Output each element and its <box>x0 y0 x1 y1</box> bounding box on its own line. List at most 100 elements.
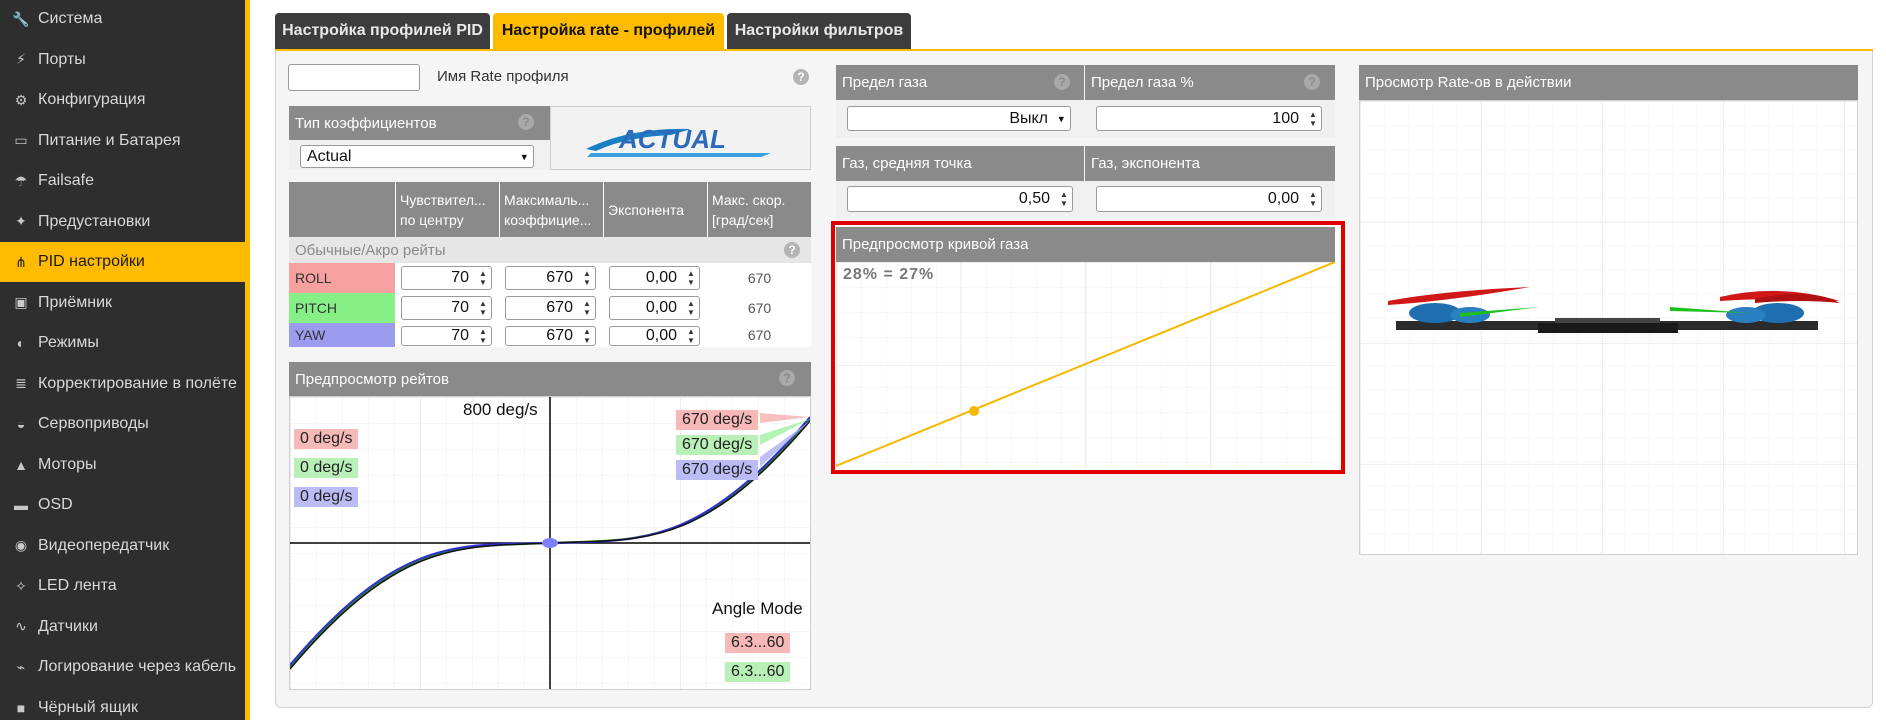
sidebar-item-7[interactable]: ▣ Приёмник <box>0 283 245 323</box>
rate-profile-name-input[interactable] <box>288 64 420 91</box>
throttle-limit-value: Выкл <box>1009 109 1048 127</box>
quad-model <box>1336 77 1857 554</box>
sidebar-item-10[interactable]: ◒ Сервоприводы <box>0 404 245 444</box>
spinner-icon[interactable]: ▲ ▼ <box>1308 190 1318 208</box>
cable-icon: ⌁ <box>16 658 26 675</box>
help-icon[interactable]: ? <box>518 114 534 130</box>
axis-pitch-label: PITCH <box>295 300 337 316</box>
logo-text: ACTUAL <box>618 124 726 154</box>
rates-preview-header: Предпросмотр рейтов <box>289 362 811 396</box>
spinner-icon[interactable]: ▲ ▼ <box>686 327 696 345</box>
sidebar-item-0[interactable]: 🔧 Система <box>0 0 245 39</box>
broadcast-icon: ◉ <box>14 537 28 553</box>
tab-rate-profiles[interactable]: Настройка rate - профилей <box>493 13 724 49</box>
osd-icon: ▬ <box>14 497 28 513</box>
spinner-icon[interactable]: ▲ ▼ <box>1308 110 1318 128</box>
sidebar-item-17[interactable]: ■ Чёрный ящик <box>0 688 245 720</box>
actual-logo: ACTUAL <box>586 124 771 157</box>
wrench-icon: 🔧 <box>12 10 30 27</box>
help-icon[interactable]: ? <box>1304 74 1320 90</box>
sidebar-item-label: Сервоприводы <box>38 415 149 432</box>
pitch-center-input[interactable]: 70 ▲ ▼ <box>401 296 492 320</box>
sidebar-item-label: Датчики <box>38 617 98 635</box>
sliders-icon: ≣ <box>15 375 27 391</box>
actual-logo-box: ACTUAL <box>550 106 811 170</box>
yaw-expo-input[interactable]: 0,00 ▲ ▼ <box>609 326 700 346</box>
spinner-icon[interactable]: ▲ ▼ <box>582 299 592 317</box>
roll-center-input[interactable]: 70 ▲ ▼ <box>401 266 492 290</box>
rate-profile-name-label: Имя Rate профиля <box>437 68 569 85</box>
help-icon[interactable]: ? <box>1054 74 1070 90</box>
roll-expo-input[interactable]: 0,00 ▲ ▼ <box>609 266 700 290</box>
throttle-current-point <box>969 406 979 416</box>
pitch-max-rate-label: 670 deg/s <box>676 435 759 455</box>
sidebar-item-12[interactable]: ▬ OSD <box>0 485 245 525</box>
yaw-center-input[interactable]: 70 ▲ ▼ <box>401 326 492 346</box>
axis-yaw-label: YAW <box>295 327 326 343</box>
sidebar-item-label: Failsafe <box>38 172 95 189</box>
col-header-expo: Экспонента <box>608 202 685 218</box>
throttle-mid-header: Газ, средняя точка <box>836 146 1084 181</box>
help-icon[interactable]: ? <box>793 69 809 85</box>
spinner-icon[interactable]: ▲ ▼ <box>1059 190 1069 208</box>
sidebar-item-13[interactable]: ◉ Видеопередатчик <box>0 526 245 566</box>
axis-roll-label: ROLL <box>295 270 332 286</box>
plug-icon: ⚡ <box>16 51 26 67</box>
pulse-icon: ∿ <box>15 618 27 634</box>
sidebar-item-14[interactable]: ✧ LED лента <box>0 566 245 606</box>
spinner-icon[interactable]: ▲ ▼ <box>686 269 696 287</box>
throttle-expo-input[interactable]: 0,00 ▲ ▼ <box>1096 186 1322 212</box>
pitch-maxrate: 670 <box>747 300 772 316</box>
throttle-mid-input[interactable]: 0,50 ▲ ▼ <box>847 186 1073 212</box>
tab-filters[interactable]: Настройки фильтров <box>727 13 911 49</box>
spinner-icon[interactable]: ▲ ▼ <box>582 269 592 287</box>
sidebar-item-label: Питание и Батарея <box>38 131 181 149</box>
sidebar-item-label: PID настройки <box>38 253 145 270</box>
yaw-maxrate: 670 <box>747 327 772 343</box>
throttle-limit-pct-input[interactable]: 100 ▲ ▼ <box>1096 106 1322 131</box>
spinner-icon[interactable]: ▲ ▼ <box>582 327 592 345</box>
spinner-icon[interactable]: ▲ ▼ <box>686 299 696 317</box>
model-preview-header: Просмотр Rate-ов в действии <box>1359 65 1858 100</box>
help-icon[interactable]: ? <box>779 370 795 386</box>
tab-label: Настройка rate - профилей <box>501 22 716 39</box>
spinner-icon[interactable]: ▲ ▼ <box>478 327 488 345</box>
network-icon: ⋔ <box>15 253 27 270</box>
sidebar-item-label: LED лента <box>38 577 117 594</box>
roll-max-input[interactable]: 670 ▲ ▼ <box>505 266 596 290</box>
coef-type-select[interactable]: Actual ▾ <box>300 145 534 168</box>
sidebar-item-15[interactable]: ∿ Датчики <box>0 607 245 647</box>
sidebar-item-11[interactable]: ▲ Моторы <box>0 445 245 485</box>
sidebar-item-label: Режимы <box>38 334 99 351</box>
angle-mode-pitch: 6.3...60 <box>725 662 791 682</box>
throttle-limit-select[interactable]: Выкл ▾ <box>847 106 1071 131</box>
sidebar-item-3[interactable]: ▭ Питание и Батарея <box>0 121 245 161</box>
sidebar-item-2[interactable]: ⚙ Конфигурация <box>0 80 245 120</box>
angle-mode-label: Angle Mode <box>712 599 803 618</box>
angle-mode-roll: 6.3...60 <box>725 633 791 653</box>
spinner-icon[interactable]: ▲ ▼ <box>478 269 488 287</box>
sidebar-item-16[interactable]: ⌁ Логирование через кабель <box>0 647 245 687</box>
pitch-expo-input[interactable]: 0,00 ▲ ▼ <box>609 296 700 320</box>
tab-pid-profiles[interactable]: Настройка профилей PID <box>275 13 490 49</box>
throttle-limit-header: Предел газа <box>836 65 1084 100</box>
spinner-icon[interactable]: ▲ ▼ <box>478 299 488 317</box>
chevron-down-icon: ▾ <box>521 151 527 163</box>
sidebar-item-label: Корректирование в полёте <box>38 374 237 392</box>
sidebar-item-4[interactable]: ☂ Failsafe <box>0 161 245 201</box>
yaw-current-rate: 0 deg/s <box>294 487 359 507</box>
yaw-max-input[interactable]: 670 ▲ ▼ <box>505 326 596 346</box>
toggle-icon: ◐ <box>16 335 26 351</box>
help-icon[interactable]: ? <box>784 242 800 258</box>
sidebar-item-8[interactable]: ◐ Режимы <box>0 323 245 363</box>
gear-icon: ⚙ <box>14 91 28 108</box>
roll-maxrate: 670 <box>747 270 772 286</box>
sidebar-item-9[interactable]: ≣ Корректирование в полёте <box>0 364 245 404</box>
coef-type-value: Actual <box>307 147 352 165</box>
parachute-icon: ☂ <box>14 172 28 189</box>
sidebar-item-5[interactable]: ✦ Предустановки <box>0 202 245 242</box>
sidebar-item-1[interactable]: ⚡ Порты <box>0 40 245 80</box>
sidebar-item-label: Чёрный ящик <box>38 698 138 716</box>
sidebar-item-6[interactable]: ⋔ PID настройки <box>0 242 245 282</box>
pitch-max-input[interactable]: 670 ▲ ▼ <box>505 296 596 320</box>
